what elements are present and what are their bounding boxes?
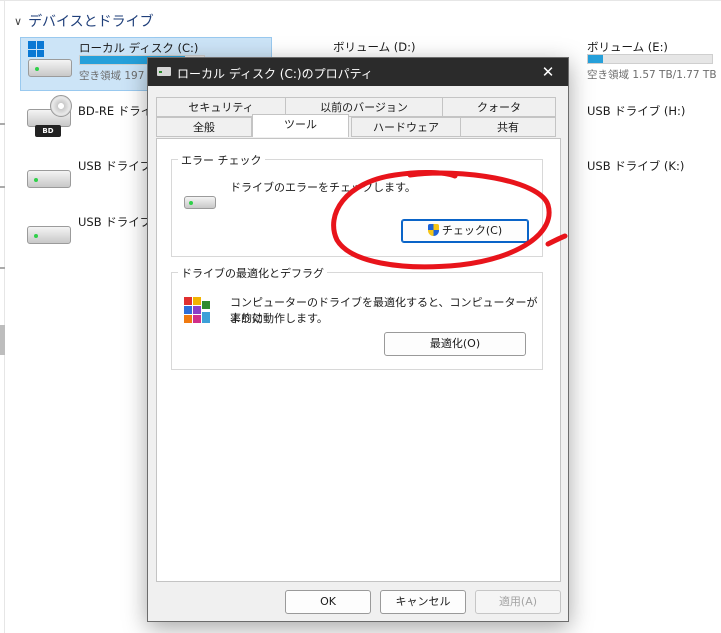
drive-free-space: 空き領域 197 (79, 70, 145, 82)
drive-label: ローカル ディスク (C:) (79, 41, 199, 55)
drive-item-usb[interactable]: USB ドライブ ( (20, 150, 159, 200)
drive-label: ボリューム (E:) (587, 40, 668, 54)
drive-usage-fill (588, 55, 603, 63)
nav-scrollbar-thumb[interactable] (0, 325, 5, 355)
properties-dialog: ローカル ディスク (C:)のプロパティ ✕ セキュリティ 以前のバージョン ク… (147, 57, 569, 622)
error-check-group: エラー チェック ドライブのエラーをチェックします。 チェック(C) (171, 152, 543, 257)
nav-marker (0, 267, 5, 269)
defrag-icon (184, 297, 210, 323)
apply-button[interactable]: 適用(A) (475, 590, 561, 614)
ok-button[interactable]: OK (285, 590, 371, 614)
nav-marker (0, 123, 5, 125)
navigation-pane-edge (0, 0, 5, 633)
tab-strip: セキュリティ 以前のバージョン クォータ 全般 ハードウェア 共有 (156, 97, 556, 139)
dialog-title-bar[interactable]: ローカル ディスク (C:)のプロパティ ✕ (148, 58, 568, 86)
error-check-title: エラー チェック (178, 152, 265, 168)
drive-label: ボリューム (D:) (333, 40, 416, 54)
cancel-button[interactable]: キャンセル (380, 590, 466, 614)
drive-label: USB ドライブ (K:) (587, 159, 685, 173)
uac-shield-icon (427, 224, 439, 236)
drive-free-space: 空き領域 1.57 TB/1.77 TB (587, 69, 717, 81)
check-button-label: チェック(C) (441, 224, 503, 237)
chevron-down-icon: ∨ (14, 14, 23, 28)
optimize-group: ドライブの最適化とデフラグ コンピューターのドライブを最適化すると、コンピュータ… (171, 265, 543, 370)
tab-sharing[interactable]: 共有 (460, 117, 556, 137)
optimize-button[interactable]: 最適化(O) (384, 332, 526, 356)
bd-badge: BD (35, 125, 61, 137)
drive-item-usb[interactable]: USB ドライブ ( (20, 206, 159, 256)
drive-icon (157, 67, 171, 76)
close-icon[interactable]: ✕ (536, 61, 560, 83)
disc-icon (50, 95, 72, 117)
tab-hardware[interactable]: ハードウェア (351, 117, 461, 137)
hard-drive-icon (184, 196, 216, 209)
optimize-title: ドライブの最適化とデフラグ (178, 265, 327, 281)
windows-logo-icon (28, 41, 44, 57)
tab-quota[interactable]: クォータ (442, 97, 556, 117)
check-button[interactable]: チェック(C) (401, 219, 529, 243)
tools-panel: エラー チェック ドライブのエラーをチェックします。 チェック(C) ドライブの… (156, 138, 561, 582)
dialog-title: ローカル ディスク (C:)のプロパティ (177, 67, 373, 81)
usb-drive-icon (27, 226, 71, 244)
drive-label: USB ドライブ (H:) (587, 104, 686, 118)
usb-drive-icon (27, 170, 71, 188)
drive-usage-bar (587, 54, 713, 64)
section-header-devices[interactable]: ∨ デバイスとドライブ (14, 11, 154, 31)
nav-marker (0, 186, 5, 188)
section-header-label: デバイスとドライブ (28, 14, 154, 30)
toolbar-divider (0, 0, 721, 1)
error-check-description: ドライブのエラーをチェックします。 (230, 181, 416, 194)
optimize-description-line2: 率的に動作します。 (230, 312, 328, 325)
drive-item-bd-re[interactable]: BD BD-RE ドライブ (20, 95, 164, 145)
tab-tools[interactable]: ツール (252, 114, 349, 137)
tab-general[interactable]: 全般 (156, 117, 252, 137)
hard-drive-icon (28, 59, 72, 77)
